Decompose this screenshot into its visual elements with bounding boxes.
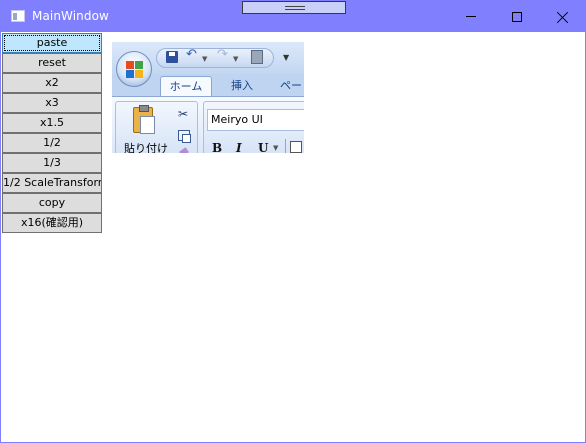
- pasted-image: ↶ ▼ ↷ ▼ ▼ ホーム 挿入 ペー 貼り付け ✂ Meiryo UI B I…: [112, 42, 304, 153]
- calculator-icon: [251, 50, 263, 64]
- border-icon: [290, 141, 302, 153]
- format-separator: [285, 139, 286, 153]
- tab-home: ホーム: [160, 76, 212, 96]
- font-name-box: Meiryo UI: [207, 109, 304, 131]
- copy-icon: [178, 130, 191, 143]
- scale-x2-button[interactable]: x2: [2, 73, 102, 93]
- underline-dropdown-icon: ▼: [273, 144, 279, 152]
- action-button-stack: paste reset x2 x3 x1.5 1/2 1/3 1/2 Scale…: [2, 33, 102, 233]
- reset-button[interactable]: reset: [2, 53, 102, 73]
- font-group: Meiryo UI B I U ▼: [203, 101, 304, 153]
- maximize-icon: [512, 11, 522, 22]
- tab-insert: 挿入: [231, 79, 253, 92]
- underline-icon: U: [258, 141, 269, 153]
- clipboard-group: 貼り付け ✂: [115, 101, 198, 153]
- window-title: MainWindow: [32, 9, 109, 23]
- title-bar[interactable]: MainWindow: [1, 1, 585, 32]
- redo-dropdown-icon: ▼: [233, 55, 239, 63]
- minimize-button[interactable]: [448, 1, 494, 32]
- app-window-icon[interactable]: [11, 10, 25, 22]
- close-icon: [557, 11, 569, 23]
- format-painter-icon: [179, 147, 189, 153]
- tab-page: ペー: [280, 79, 302, 92]
- main-window: MainWindow paste reset x2 x3 x1.5 1/2 1/…: [0, 0, 586, 443]
- paste-button[interactable]: paste: [2, 33, 102, 53]
- ribbon-body: 貼り付け ✂ Meiryo UI B I U ▼: [112, 96, 304, 153]
- scale-half-button[interactable]: 1/2: [2, 133, 102, 153]
- scale-x3-button[interactable]: x3: [2, 93, 102, 113]
- office-button-icon: [116, 51, 152, 87]
- scale-third-button[interactable]: 1/3: [2, 153, 102, 173]
- scale-x16-check-button[interactable]: x16(確認用): [2, 213, 102, 233]
- paste-label: 貼り付け: [124, 142, 168, 153]
- customize-toolbar-icon: ▼: [283, 53, 290, 62]
- italic-icon: I: [236, 141, 242, 153]
- resize-grip-handle[interactable]: [242, 1, 346, 14]
- save-icon: [166, 51, 178, 63]
- close-button[interactable]: [540, 1, 586, 32]
- redo-icon: ↷: [217, 47, 228, 62]
- copy-button[interactable]: copy: [2, 193, 102, 213]
- scale-x1-5-button[interactable]: x1.5: [2, 113, 102, 133]
- undo-dropdown-icon: ▼: [202, 55, 208, 63]
- maximize-button[interactable]: [494, 1, 540, 32]
- minimize-icon: [466, 16, 476, 17]
- half-scaletransform-button[interactable]: 1/2 ScaleTransform: [2, 173, 102, 193]
- scissors-icon: ✂: [178, 107, 189, 121]
- clipboard-paste-icon: [133, 105, 155, 134]
- undo-icon: ↶: [186, 47, 197, 62]
- bold-icon: B: [212, 141, 223, 153]
